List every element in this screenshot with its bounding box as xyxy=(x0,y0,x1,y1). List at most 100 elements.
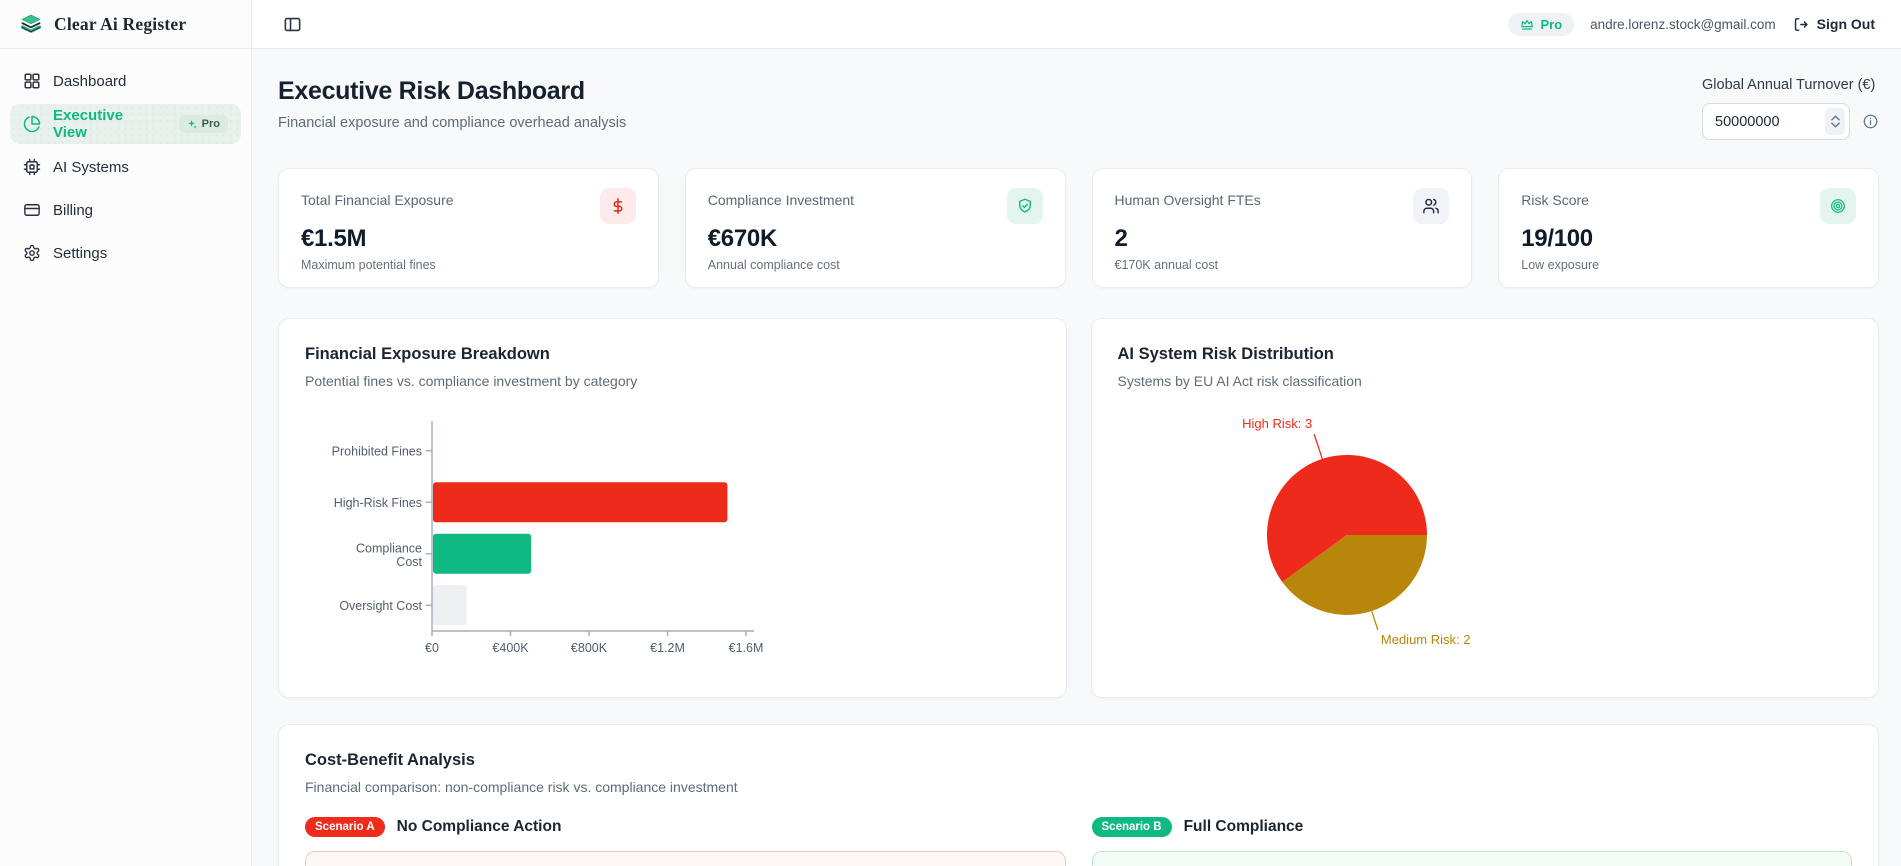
pro-badge-label: Pro xyxy=(1540,16,1563,32)
stat-subtext: €170K annual cost xyxy=(1114,258,1219,272)
stat-card-top: Total Financial Exposure xyxy=(301,188,636,224)
stat-value: €670K xyxy=(707,225,778,252)
number-stepper[interactable] xyxy=(1825,108,1845,135)
stat-label: Risk Score xyxy=(1521,192,1589,208)
gear-icon xyxy=(23,244,41,262)
scenario-b: Scenario B Full Compliance xyxy=(1091,817,1853,866)
turnover-row xyxy=(1702,103,1879,140)
scenario-header: Scenario A No Compliance Action xyxy=(305,817,1066,837)
sidebar-item-settings[interactable]: Settings xyxy=(10,233,241,273)
users-icon xyxy=(1413,188,1450,224)
turnover-control: Global Annual Turnover (€) xyxy=(1702,77,1879,140)
scenario-title: Full Compliance xyxy=(1183,818,1304,835)
bar-chart-subtitle: Potential fines vs. compliance investmen… xyxy=(305,373,638,389)
stat-card-total-financial-exposure: Total Financial Exposure €1.5M Maximum pot… xyxy=(278,168,659,288)
layers-icon xyxy=(18,12,44,36)
turnover-input-wrap xyxy=(1702,103,1850,140)
scenarios: Scenario A No Compliance Action Scenario B… xyxy=(305,817,1852,866)
shield-check-icon xyxy=(1006,188,1043,224)
pro-badge-label: Pro xyxy=(201,118,220,130)
scenario-a: Scenario A No Compliance Action xyxy=(305,817,1066,866)
sidebar-item-label: Executive View xyxy=(53,107,124,141)
stat-label: Human Oversight FTEs xyxy=(1114,192,1261,208)
sidebar-item-label: AI Systems xyxy=(53,158,129,176)
bar-chart-title: Financial Exposure Breakdown xyxy=(305,345,550,363)
topbar-right: Pro andre.lorenz.stock@gmail.com Sign Ou… xyxy=(1508,12,1875,36)
stat-card-top: Compliance Investment xyxy=(708,188,1043,224)
bar-chart: Prohibited Fines High-Risk Fines Complianc… xyxy=(305,413,1040,670)
sign-out-label: Sign Out xyxy=(1816,16,1875,32)
stat-value: 2 xyxy=(1114,225,1128,252)
svg-text:€0: €0 xyxy=(425,641,439,655)
brand: Clear Ai Register xyxy=(0,0,251,49)
scenario-panel xyxy=(1091,851,1852,866)
pie-chart-card: AI System Risk Distribution Systems by E… xyxy=(1090,318,1879,698)
stat-label: Compliance Investment xyxy=(707,192,855,208)
panel-left-icon[interactable] xyxy=(278,10,306,38)
content: Executive Risk Dashboard Financial expos… xyxy=(252,49,1901,866)
bar-chart-card: Financial Exposure Breakdown Potential f… xyxy=(278,318,1067,698)
cost-benefit-card: Cost-Benefit Analysis Financial comparis… xyxy=(278,724,1879,866)
scenario-title: No Compliance Action xyxy=(396,818,562,835)
page-head-text: Executive Risk Dashboard Financial expos… xyxy=(278,77,626,131)
crown-icon xyxy=(1520,17,1534,31)
scenario-badge: Scenario A xyxy=(305,817,385,837)
stat-card-top: Human Oversight FTEs xyxy=(1115,188,1450,224)
pie-chart: High Risk: 3 Medium Risk: 2 xyxy=(1118,397,1853,670)
sidebar-item-label: Settings xyxy=(53,244,108,262)
user-email: andre.lorenz.stock@gmail.com xyxy=(1590,16,1776,32)
svg-text:Prohibited Fines: Prohibited Fines xyxy=(332,444,422,458)
svg-text:€800K: €800K xyxy=(571,641,608,655)
sidebar-nav: Dashboard Executive View Pro AI Systems Bill… xyxy=(0,49,251,285)
sidebar-item-ai-systems[interactable]: AI Systems xyxy=(10,147,241,187)
stat-value: 19/100 xyxy=(1521,225,1593,252)
scenario-panel xyxy=(305,851,1066,866)
svg-text:High Risk: 3: High Risk: 3 xyxy=(1242,416,1312,431)
page-title: Executive Risk Dashboard xyxy=(278,77,585,105)
svg-text:High-Risk Fines: High-Risk Fines xyxy=(334,496,422,510)
pie-chart-title: AI System Risk Distribution xyxy=(1117,345,1334,363)
pro-badge: Pro xyxy=(1508,12,1575,36)
stat-card-top: Risk Score xyxy=(1521,188,1856,224)
topbar: Pro andre.lorenz.stock@gmail.com Sign Ou… xyxy=(252,0,1901,49)
page-subtitle: Financial exposure and compliance overhe… xyxy=(278,115,627,131)
scenario-header: Scenario B Full Compliance xyxy=(1091,817,1853,837)
stat-label: Total Financial Exposure xyxy=(301,192,454,208)
sidebar-item-label: Billing xyxy=(53,201,94,219)
pie-chart-subtitle: Systems by EU AI Act risk classification xyxy=(1117,373,1362,389)
turnover-label: Global Annual Turnover (€) xyxy=(1702,77,1876,93)
charts-row: Financial Exposure Breakdown Potential f… xyxy=(278,318,1879,698)
target-icon xyxy=(1820,188,1856,224)
sign-out-button[interactable]: Sign Out xyxy=(1792,16,1875,33)
stat-card-compliance-investment: Compliance Investment €670K Annual complia… xyxy=(684,168,1066,288)
sidebar-item-billing[interactable]: Billing xyxy=(10,190,241,230)
grid-icon xyxy=(23,72,41,90)
sidebar: Clear Ai Register Dashboard Executive Vie… xyxy=(0,0,252,866)
sparkles-icon xyxy=(187,119,198,130)
sidebar-item-label: Dashboard xyxy=(53,72,127,90)
stat-cards: Total Financial Exposure €1.5M Maximum pot… xyxy=(278,168,1879,288)
svg-text:Oversight Cost: Oversight Cost xyxy=(339,599,422,613)
logout-icon xyxy=(1792,16,1809,33)
svg-text:Medium Risk: 2: Medium Risk: 2 xyxy=(1380,632,1470,647)
brand-name: Clear Ai Register xyxy=(54,13,187,34)
main-area: Pro andre.lorenz.stock@gmail.com Sign Ou… xyxy=(252,0,1901,866)
stat-subtext: Annual compliance cost xyxy=(707,258,840,272)
cost-benefit-title: Cost-Benefit Analysis xyxy=(305,751,475,769)
credit-card-icon xyxy=(23,201,41,219)
app-root: Clear Ai Register Dashboard Executive Vie… xyxy=(0,0,1901,866)
sidebar-item-dashboard[interactable]: Dashboard xyxy=(10,61,241,101)
svg-text:€400K: €400K xyxy=(492,641,529,655)
stat-card-risk-score: Risk Score 19/100 Low exposure xyxy=(1498,168,1879,288)
page-head: Executive Risk Dashboard Financial expos… xyxy=(278,77,1879,140)
sidebar-item-executive-view[interactable]: Executive View Pro xyxy=(10,104,241,144)
pie-chart-icon xyxy=(23,115,41,133)
cpu-icon xyxy=(23,158,41,176)
cost-benefit-subtitle: Financial comparison: non-compliance ris… xyxy=(305,779,738,795)
info-icon[interactable] xyxy=(1862,113,1879,130)
svg-text:€1.2M: €1.2M xyxy=(650,641,685,655)
stat-value: €1.5M xyxy=(301,225,367,252)
svg-text:ComplianceCost: Compliance Cost xyxy=(356,541,423,569)
stat-subtext: Low exposure xyxy=(1521,258,1600,272)
stat-subtext: Maximum potential fines xyxy=(301,258,436,272)
